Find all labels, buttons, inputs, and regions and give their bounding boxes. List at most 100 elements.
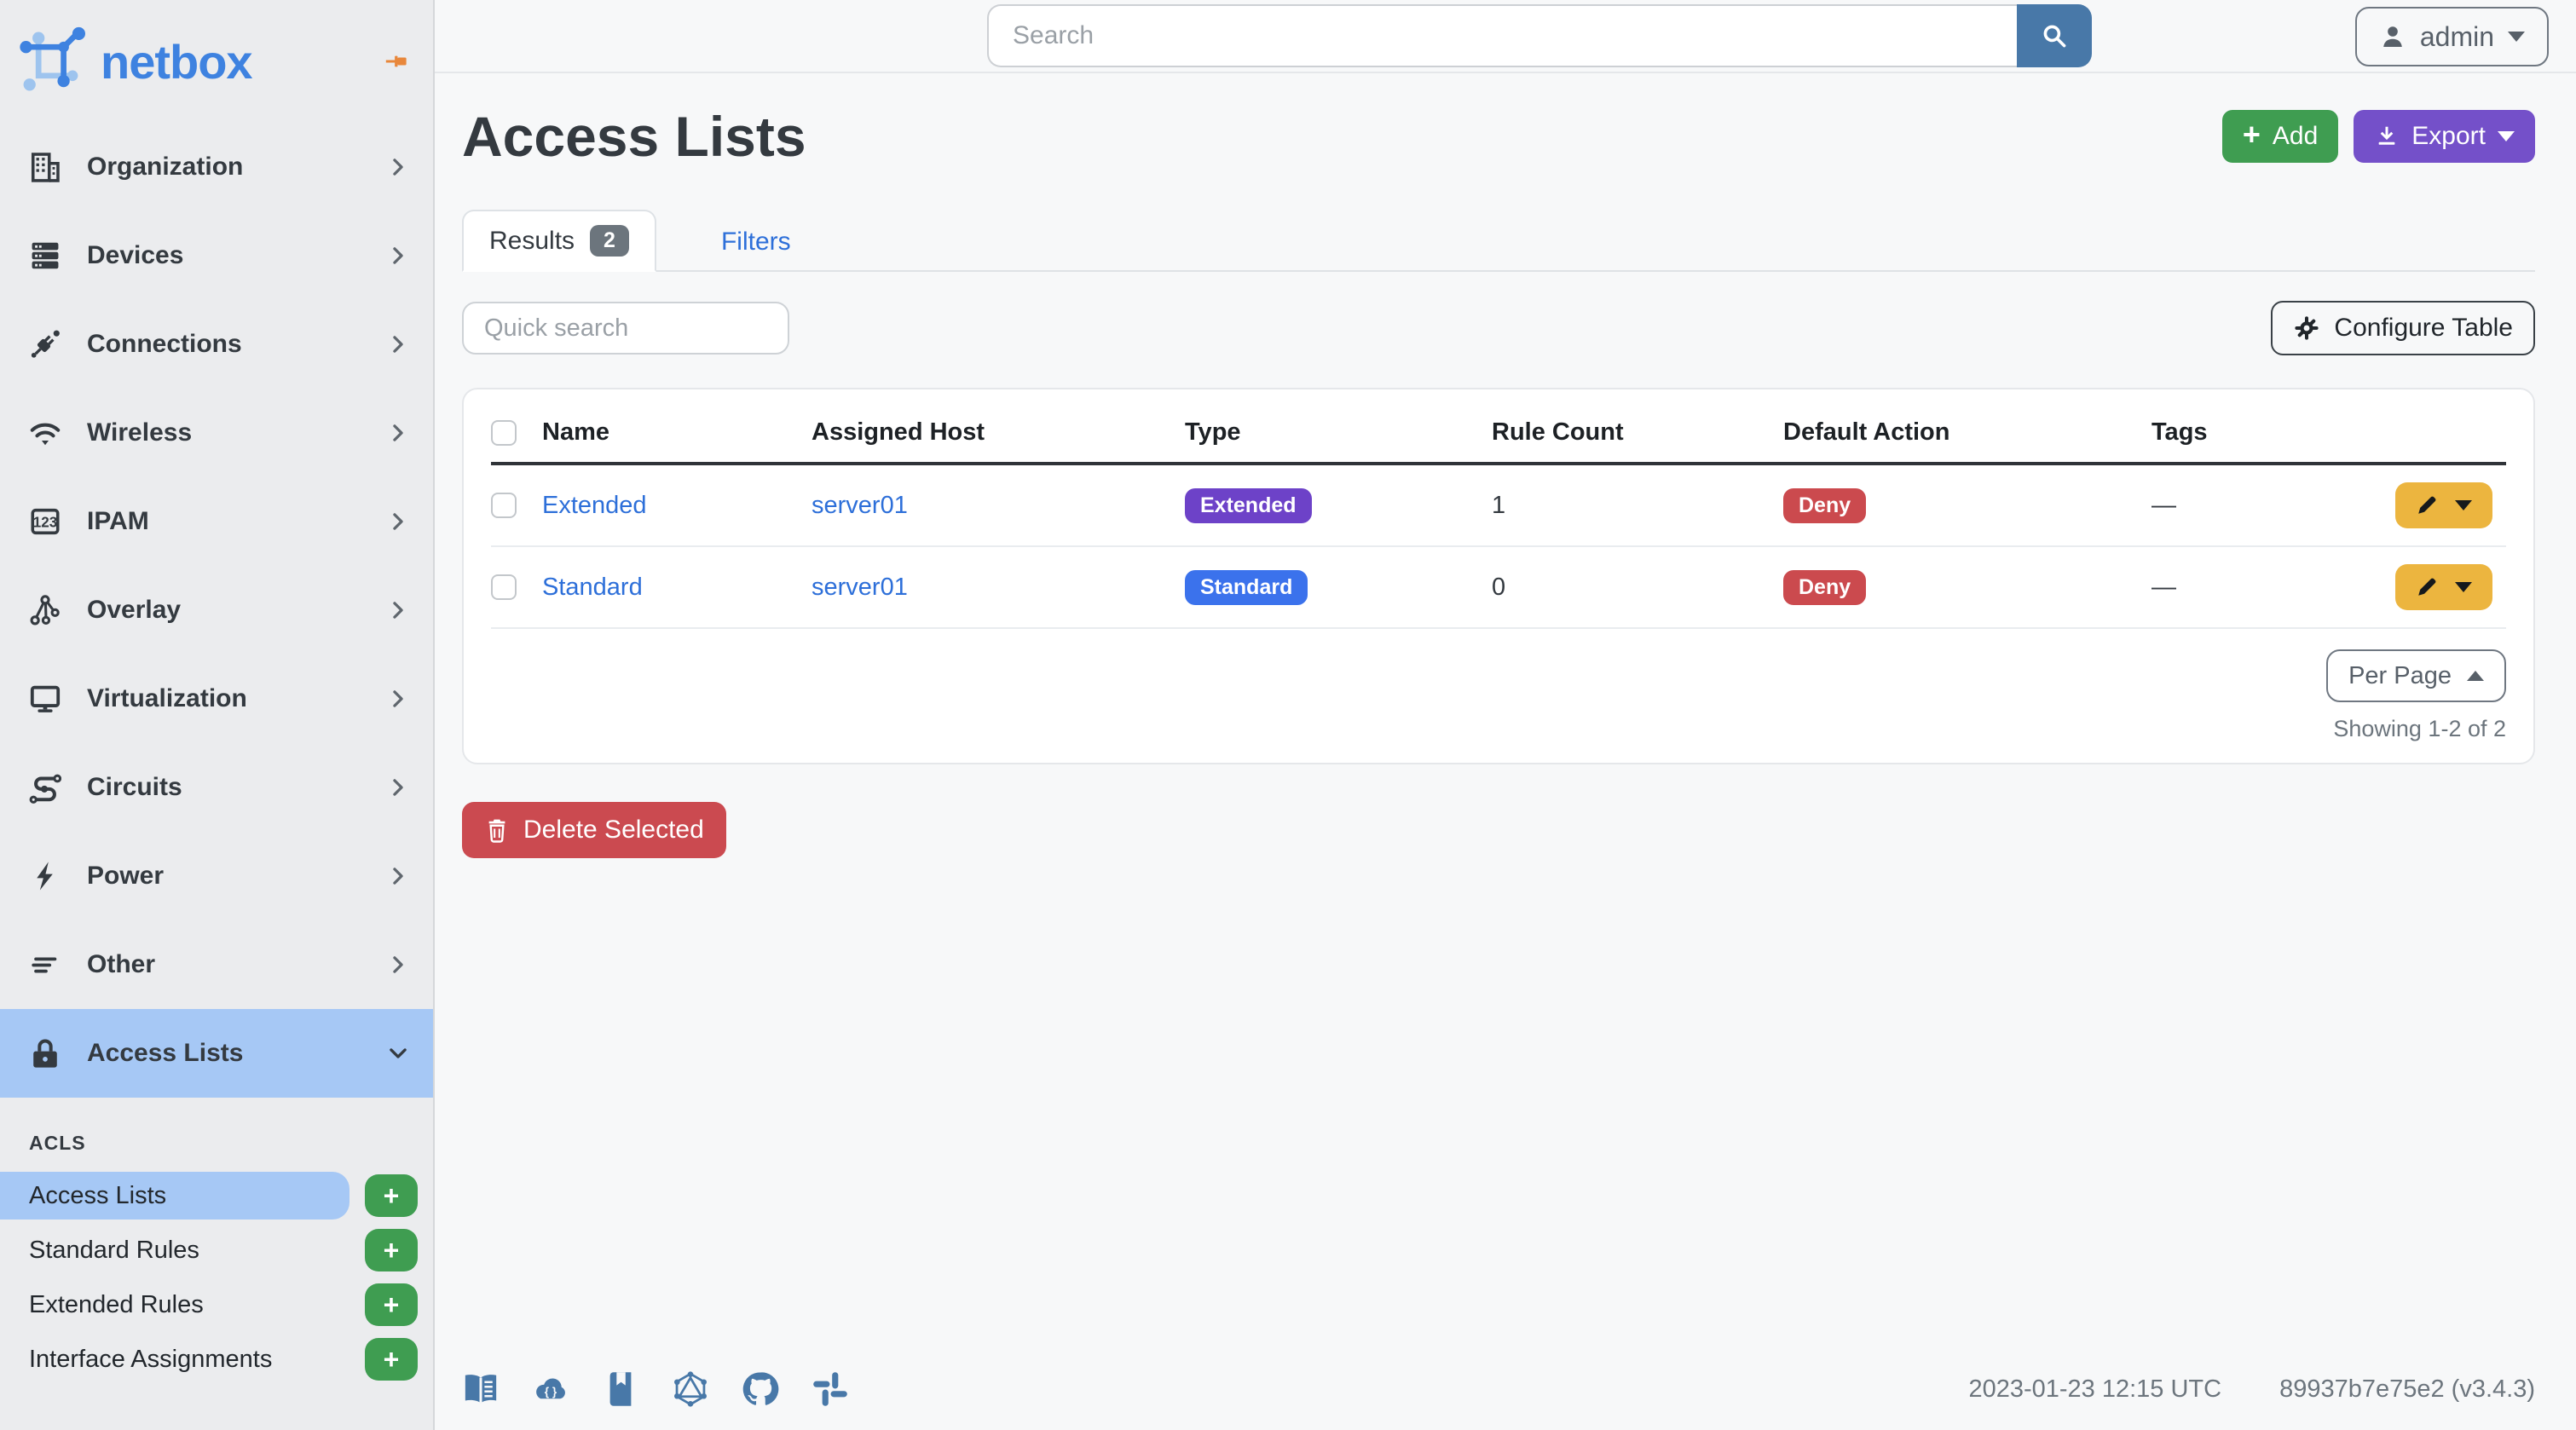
sidebar-item-circuits[interactable]: Circuits	[0, 743, 433, 832]
sidebar-subitem-label[interactable]: Access Lists	[0, 1172, 349, 1220]
lock-icon	[29, 1037, 61, 1070]
sidebar-item-label: Overlay	[87, 596, 181, 625]
edit-split-button[interactable]	[2395, 564, 2492, 610]
search-submit-button[interactable]	[2017, 4, 2092, 67]
add-button-label: Add	[2273, 122, 2318, 151]
book-icon[interactable]	[602, 1370, 639, 1408]
delete-selected-label: Delete Selected	[523, 816, 704, 845]
graphql-icon[interactable]	[672, 1370, 709, 1408]
chevron-right-icon	[387, 245, 409, 267]
sidebar-subitem-standard-rules: Standard Rules +	[0, 1223, 433, 1277]
row-checkbox[interactable]	[491, 574, 517, 600]
access-list-link[interactable]: Standard	[542, 574, 643, 601]
caret-down-icon	[2508, 32, 2525, 42]
chevron-right-icon	[387, 333, 409, 355]
add-extended-rule-button[interactable]: +	[365, 1283, 418, 1326]
column-header-assigned-host[interactable]: Assigned Host	[811, 396, 1185, 464]
global-search	[987, 4, 2092, 67]
monitor-icon	[29, 683, 61, 715]
configure-table-label: Configure Table	[2334, 314, 2513, 343]
sidebar-item-connections[interactable]: Connections	[0, 300, 433, 389]
assigned-host-link[interactable]: server01	[811, 574, 908, 601]
global-search-input[interactable]	[987, 4, 2017, 67]
tab-results[interactable]: Results 2	[462, 210, 656, 272]
download-icon	[2374, 124, 2400, 149]
footer-timestamp: 2023-01-23 12:15 UTC	[1968, 1375, 2221, 1404]
showing-text: Showing 1-2 of 2	[2333, 716, 2506, 742]
per-page-button[interactable]: Per Page	[2326, 649, 2506, 702]
sidebar: netbox Organization	[0, 0, 435, 1430]
gear-icon	[2293, 314, 2320, 342]
quick-search-input[interactable]	[462, 302, 789, 355]
column-header-tags[interactable]: Tags	[2151, 396, 2349, 464]
delete-selected-button[interactable]: Delete Selected	[462, 802, 726, 858]
user-menu-button[interactable]: admin	[2355, 7, 2549, 66]
column-header-name[interactable]: Name	[542, 396, 811, 464]
sidebar-subitem-label[interactable]: Interface Assignments	[0, 1335, 349, 1383]
column-header-type[interactable]: Type	[1185, 396, 1492, 464]
footer-build-version: 89937b7e75e2 (v3.4.3)	[2279, 1375, 2535, 1404]
export-button[interactable]: Export	[2354, 110, 2535, 163]
sidebar-item-label: IPAM	[87, 507, 149, 536]
add-access-list-button[interactable]: +	[365, 1174, 418, 1217]
table-row: Extended server01 Extended 1 Deny —	[491, 464, 2506, 546]
sidebar-section-acls: ACLS	[29, 1132, 433, 1155]
sidebar-item-label: Other	[87, 950, 155, 979]
access-lists-table: Name Assigned Host Type Rule Count Defau…	[491, 396, 2506, 629]
content: Access Lists + Add Export Results 2	[435, 73, 2576, 1370]
trash-icon	[484, 817, 510, 843]
sidebar-item-other[interactable]: Other	[0, 920, 433, 1009]
add-standard-rule-button[interactable]: +	[365, 1229, 418, 1271]
configure-table-button[interactable]: Configure Table	[2271, 301, 2535, 355]
caret-down-icon	[2455, 500, 2472, 510]
select-all-checkbox[interactable]	[491, 420, 517, 446]
sidebar-item-virtualization[interactable]: Virtualization	[0, 654, 433, 743]
sidebar-item-access-lists[interactable]: Access Lists	[0, 1009, 433, 1098]
table-header-row: Name Assigned Host Type Rule Count Defau…	[491, 396, 2506, 464]
github-icon[interactable]	[742, 1370, 779, 1408]
plus-icon: +	[384, 1237, 400, 1264]
sidebar-item-power[interactable]: Power	[0, 832, 433, 920]
tab-filters[interactable]: Filters	[694, 214, 818, 270]
export-button-label: Export	[2411, 122, 2486, 151]
chevron-right-icon	[387, 688, 409, 710]
sidebar-subitem-label[interactable]: Extended Rules	[0, 1281, 349, 1329]
chevron-right-icon	[387, 156, 409, 178]
brand-name[interactable]: netbox	[101, 34, 252, 89]
type-badge: Standard	[1185, 570, 1308, 605]
add-interface-assignment-button[interactable]: +	[365, 1338, 418, 1381]
column-header-rule-count[interactable]: Rule Count	[1492, 396, 1783, 464]
assigned-host-link[interactable]: server01	[811, 492, 908, 519]
edit-split-button[interactable]	[2395, 482, 2492, 528]
sidebar-subitem-label[interactable]: Standard Rules	[0, 1226, 349, 1274]
caret-down-icon	[2498, 131, 2515, 141]
tab-bar: Results 2 Filters	[462, 210, 2535, 272]
tags-value: —	[2151, 464, 2349, 546]
sidebar-item-ipam[interactable]: 123 IPAM	[0, 477, 433, 566]
add-button[interactable]: + Add	[2222, 110, 2338, 163]
pencil-icon	[2416, 576, 2438, 598]
user-name: admin	[2420, 21, 2494, 53]
sidebar-item-label: Wireless	[87, 418, 192, 447]
netbox-logo-icon[interactable]	[17, 26, 89, 97]
sidebar-item-organization[interactable]: Organization	[0, 123, 433, 211]
pin-icon[interactable]	[384, 49, 409, 74]
chevron-right-icon	[387, 599, 409, 621]
sidebar-item-overlay[interactable]: Overlay	[0, 566, 433, 654]
cloud-code-icon[interactable]: { }	[532, 1370, 569, 1408]
per-page-label: Per Page	[2348, 662, 2452, 690]
numbers-box-icon: 123	[29, 505, 61, 538]
sidebar-subitem-extended-rules: Extended Rules +	[0, 1277, 433, 1332]
sidebar-item-wireless[interactable]: Wireless	[0, 389, 433, 477]
slack-icon[interactable]	[811, 1370, 849, 1408]
circuit-icon	[29, 771, 61, 804]
access-list-link[interactable]: Extended	[542, 492, 647, 519]
row-checkbox[interactable]	[491, 493, 517, 518]
sidebar-item-devices[interactable]: Devices	[0, 211, 433, 300]
sidebar-nav: Organization Devices	[0, 123, 433, 1098]
column-header-default-action[interactable]: Default Action	[1783, 396, 2151, 464]
book-open-icon[interactable]	[462, 1370, 500, 1408]
sidebar-item-label: Circuits	[87, 773, 182, 802]
type-badge: Extended	[1185, 488, 1312, 523]
chevron-right-icon	[387, 776, 409, 799]
